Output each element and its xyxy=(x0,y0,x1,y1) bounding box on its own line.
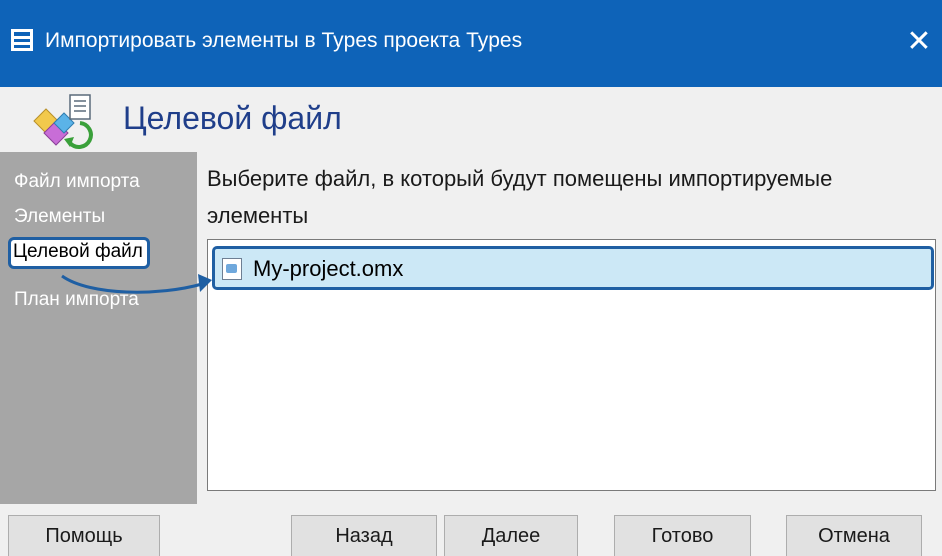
step-target-file: Целевой файл xyxy=(8,237,150,269)
title-bar[interactable]: Импортировать элементы в Types проекта T… xyxy=(0,0,942,87)
wizard-header: Целевой файл xyxy=(0,87,942,152)
step-elements: Элементы xyxy=(14,206,106,227)
finish-button[interactable]: Готово xyxy=(614,515,751,556)
app-window-icon xyxy=(11,29,33,51)
window-title: Импортировать элементы в Types проекта T… xyxy=(45,29,523,52)
wizard-steps-panel: Файл импорта Элементы Целевой файл План … xyxy=(0,152,197,504)
step-import-plan: План импорта xyxy=(14,289,139,310)
page-title: Целевой файл xyxy=(123,100,342,136)
omx-file-icon xyxy=(222,258,242,280)
import-wizard-icon xyxy=(33,94,93,149)
next-button[interactable]: Далее xyxy=(444,515,578,556)
file-name: My-project.omx xyxy=(253,256,404,281)
help-button[interactable]: Помощь xyxy=(8,515,160,556)
cancel-button[interactable]: Отмена xyxy=(786,515,922,556)
instruction-text: Выберите файл, в который будут помещены … xyxy=(207,166,833,228)
target-file-list[interactable]: My-project.omx xyxy=(207,239,936,491)
file-list-item[interactable]: My-project.omx xyxy=(212,246,934,290)
step-import-file: Файл импорта xyxy=(14,171,140,192)
close-button[interactable]: ✕ xyxy=(904,22,934,62)
back-button[interactable]: Назад xyxy=(291,515,437,556)
